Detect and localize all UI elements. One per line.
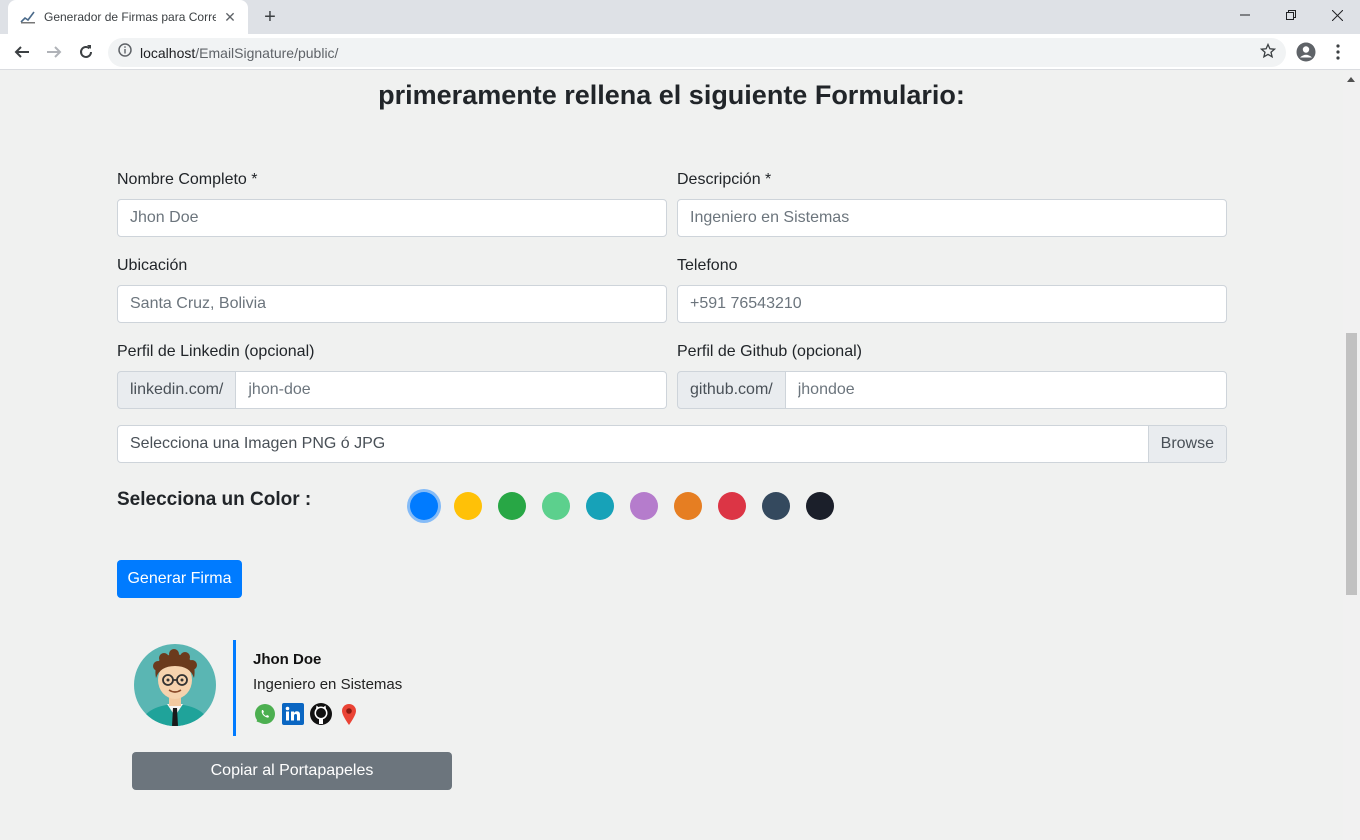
location-pin-icon[interactable] [337,702,361,726]
page-title: primeramente rellena el siguiente Formul… [378,80,965,110]
github-icon[interactable] [309,702,333,726]
image-file-input[interactable]: Selecciona una Imagen PNG ó JPG Browse [117,425,1227,463]
generar-firma-button[interactable]: Generar Firma [117,560,242,598]
ubicacion-input[interactable] [117,285,667,323]
signature-social-icons [253,702,361,726]
github-input-group: github.com/ [677,371,1227,409]
github-prefix: github.com/ [677,371,786,409]
github-input[interactable] [785,371,1227,409]
close-window-button[interactable] [1314,0,1360,30]
reload-icon[interactable] [74,40,98,64]
color-swatch[interactable] [762,492,790,520]
browse-button[interactable]: Browse [1147,426,1226,462]
scroll-up-icon[interactable] [1347,77,1355,82]
linkedin-input-group: linkedin.com/ [117,371,667,409]
page-scrollbar[interactable] [1343,71,1360,840]
descripcion-label: Descripción * [677,171,772,188]
browser-tab-strip: Generador de Firmas para Correo ✕ + [0,0,1360,34]
forward-arrow-icon[interactable] [42,40,66,64]
nombre-label: Nombre Completo * [117,171,258,188]
tab-title: Generador de Firmas para Correo [44,10,216,24]
color-swatch[interactable] [454,492,482,520]
github-label: Perfil de Github (opcional) [677,343,862,360]
telefono-input[interactable] [677,285,1227,323]
telefono-label: Telefono [677,257,738,274]
color-swatch[interactable] [542,492,570,520]
signature-preview: Jhon Doe Ingeniero en Sistemas [117,638,537,738]
profile-avatar-icon[interactable] [1294,40,1318,64]
color-swatch[interactable] [586,492,614,520]
browser-menu-icon[interactable] [1326,40,1350,64]
file-input-label: Selecciona una Imagen PNG ó JPG [130,435,386,452]
new-tab-button[interactable]: + [258,6,282,28]
nombre-input[interactable] [117,199,667,237]
linkedin-icon[interactable] [281,702,305,726]
url-path: /EmailSignature/public/ [195,44,339,61]
bookmark-star-icon[interactable] [1259,42,1277,64]
avatar [134,644,216,726]
info-icon[interactable] [118,43,132,62]
browser-tab[interactable]: Generador de Firmas para Correo ✕ [8,0,248,34]
copiar-portapapeles-button[interactable]: Copiar al Portapapeles [132,752,452,790]
color-swatch[interactable] [498,492,526,520]
linkedin-label: Perfil de Linkedin (opcional) [117,343,315,360]
color-swatch[interactable] [630,492,658,520]
browser-toolbar: localhost/EmailSignature/public/ [0,34,1360,70]
descripcion-input[interactable] [677,199,1227,237]
back-arrow-icon[interactable] [10,40,34,64]
ubicacion-label: Ubicación [117,257,188,274]
minimize-button[interactable] [1222,0,1268,30]
url-host: localhost [140,44,196,61]
signature-accent-bar [233,640,236,736]
color-swatch[interactable] [718,492,746,520]
close-tab-icon[interactable]: ✕ [222,9,238,25]
whatsapp-icon[interactable] [253,702,277,726]
address-bar[interactable]: localhost/EmailSignature/public/ [108,38,1286,67]
restore-button[interactable] [1268,0,1314,30]
linkedin-input[interactable] [236,371,667,409]
scrollbar-thumb[interactable] [1346,333,1357,595]
signature-description: Ingeniero en Sistemas [253,676,403,693]
color-swatch[interactable] [806,492,834,520]
signature-favicon-icon [20,9,36,25]
signature-name: Jhon Doe [253,651,322,668]
color-swatch[interactable] [674,492,702,520]
linkedin-prefix: linkedin.com/ [117,371,237,409]
color-swatch[interactable] [410,492,438,520]
color-label: Selecciona un Color : [117,489,312,510]
